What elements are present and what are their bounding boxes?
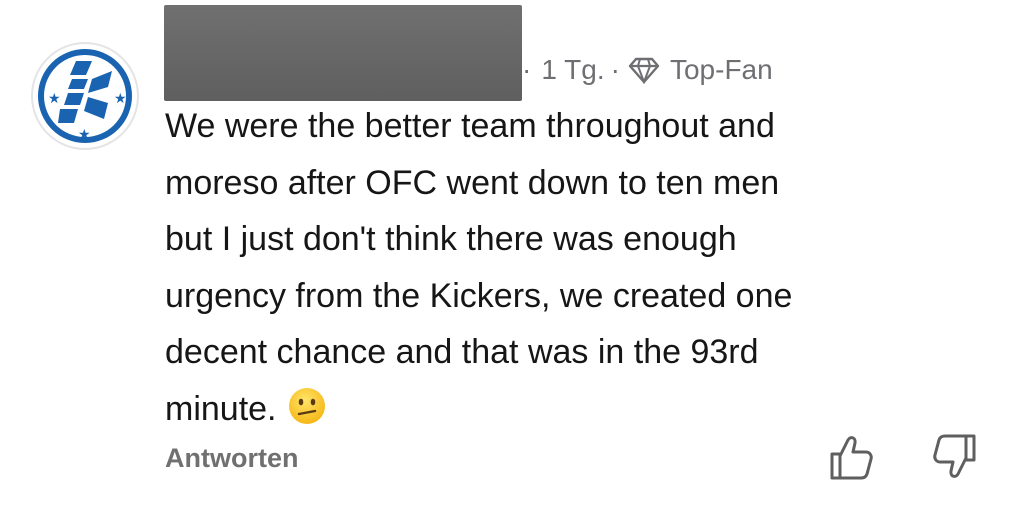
comment-line: decent chance and that was in the 93rd <box>165 333 759 371</box>
comment-line: but I just don't think there was enough <box>165 220 737 258</box>
comment-meta: · 1 Tg. · Top-Fan <box>522 50 773 90</box>
reply-button[interactable]: Antworten <box>165 443 298 474</box>
like-button[interactable] <box>826 432 874 482</box>
diamond-icon <box>628 57 660 84</box>
svg-text:★: ★ <box>78 127 91 143</box>
thumbs-down-icon <box>933 434 976 478</box>
comment-line: urgency from the Kickers, we created one <box>165 276 793 315</box>
confused-face-emoji-icon <box>288 387 325 424</box>
svg-text:★: ★ <box>114 91 127 107</box>
author-name-redacted <box>164 5 522 101</box>
dislike-button[interactable] <box>932 432 980 482</box>
meta-separator: · <box>522 54 532 85</box>
avatar[interactable]: ★ ★ ★ <box>30 41 140 151</box>
top-fan-badge: Top-Fan <box>669 54 773 85</box>
comment-text: We were the better team throughout and m… <box>165 98 995 437</box>
svg-text:★: ★ <box>48 91 61 107</box>
timestamp: 1 Tg. <box>541 54 605 85</box>
comment-line: moreso after OFC went down to ten men <box>165 163 780 202</box>
comment-card: ★ ★ ★ · 1 Tg. · Top-Fan We were the bett… <box>0 0 1024 528</box>
comment-line: minute. <box>165 389 277 428</box>
meta-separator: · <box>610 54 620 85</box>
club-crest-icon: ★ ★ ★ <box>31 42 139 150</box>
thumbs-up-icon <box>830 436 873 480</box>
comment-line-last: minute. <box>165 381 995 438</box>
comment-line: We were the better team throughout and <box>165 107 775 145</box>
